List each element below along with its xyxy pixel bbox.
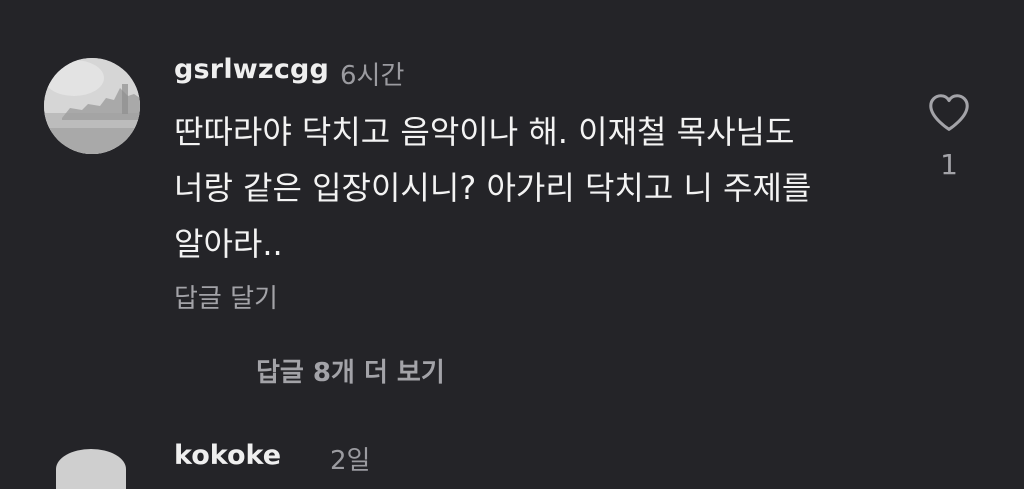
comment-text: 딴따라야 닥치고 음악이나 해. 이재철 목사님도 너랑 같은 입장이시니? 아… [174, 113, 812, 263]
avatar-photo [44, 58, 140, 154]
avatar[interactable] [44, 58, 140, 154]
reply-button[interactable]: 답글 달기 [174, 278, 278, 315]
comment-timestamp: 6시간 [340, 61, 405, 91]
comment-item: gsrlwzcgg 6시간 딴따라야 닥치고 음악이나 해. 이재철 목사님도 … [0, 0, 1024, 454]
like-count: 1 [940, 148, 958, 181]
view-more-replies-button[interactable]: 답글 8개 더 보기 [256, 352, 445, 389]
heart-icon[interactable] [926, 90, 972, 136]
next-comment-avatar[interactable] [56, 449, 126, 489]
username[interactable]: gsrlwzcgg [174, 54, 329, 85]
